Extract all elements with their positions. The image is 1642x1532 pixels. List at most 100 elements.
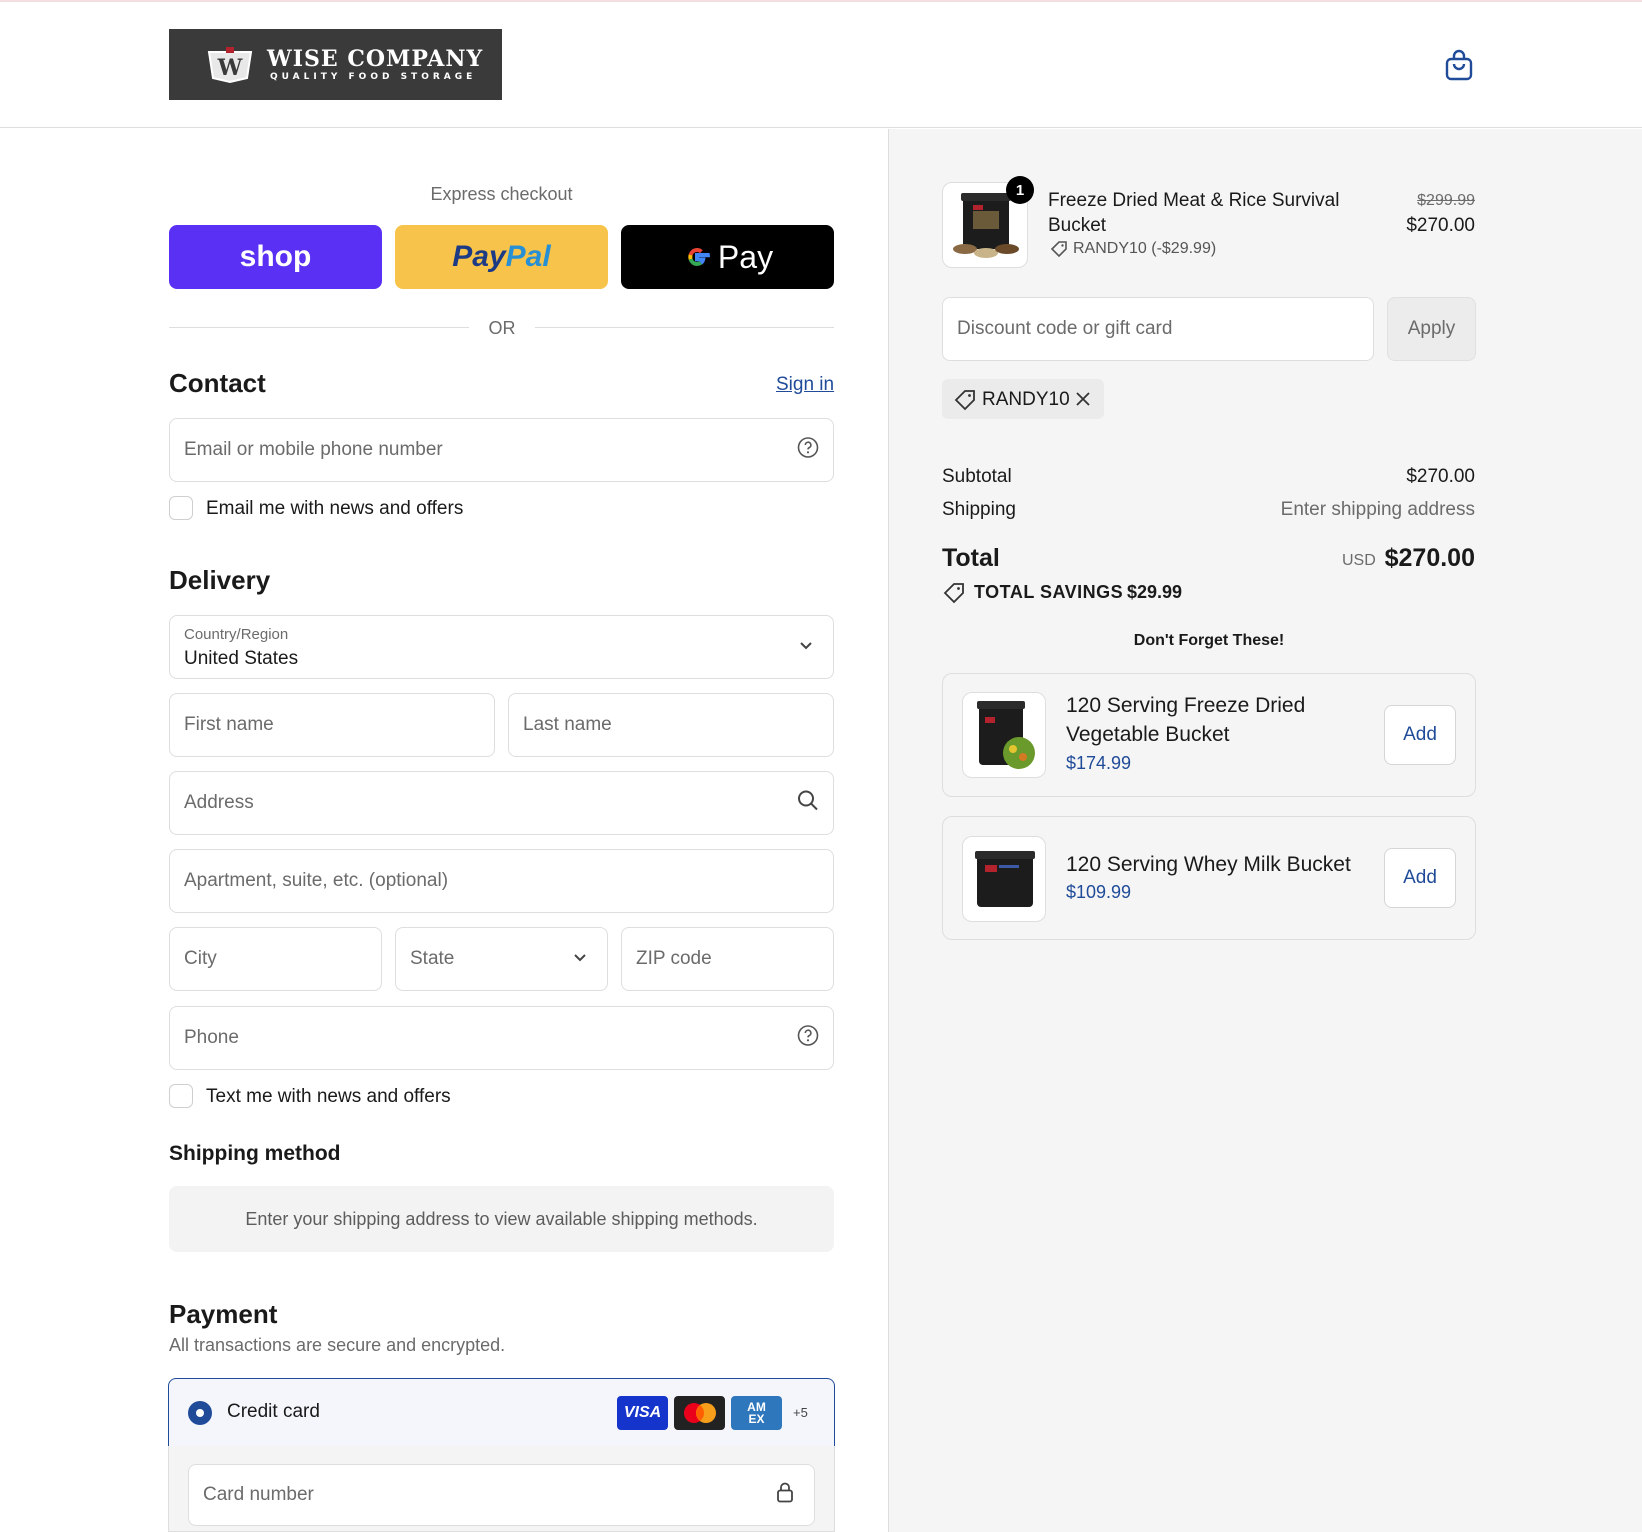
gpay-label: Pay: [717, 238, 774, 275]
logo-name: WISE COMPANY: [267, 45, 484, 72]
product-discount: RANDY10 (-$29.99): [1073, 240, 1217, 257]
upsell-card: 120 Serving Whey Milk Bucket $109.99 Add: [942, 816, 1476, 940]
amex-text-bottom: EX: [748, 1412, 765, 1426]
upsell-name-line1: 120 Serving Freeze Dried: [1066, 694, 1306, 717]
email-optin-label: Email me with news and offers: [206, 498, 464, 519]
savings-tag-icon: [942, 582, 966, 609]
delivery-heading: Delivery: [169, 565, 271, 595]
search-icon: [797, 790, 819, 817]
add-label: Add: [1403, 867, 1437, 888]
total-savings-label: TOTAL SAVINGS: [974, 582, 1124, 602]
upsell-name-line2: Vegetable Bucket: [1066, 723, 1230, 746]
vegetable-bucket-image: [977, 701, 1035, 769]
tag-icon: [1050, 240, 1068, 263]
credit-card-radio[interactable]: [188, 1401, 212, 1425]
express-checkout-title: Express checkout: [430, 184, 573, 204]
payment-heading: Payment: [169, 1299, 278, 1329]
zip-field[interactable]: ZIP code: [621, 927, 834, 991]
svg-text:W: W: [217, 55, 243, 81]
close-icon[interactable]: [1075, 391, 1091, 412]
payment-subtitle: All transactions are secure and encrypte…: [169, 1335, 506, 1355]
first-name-field[interactable]: First name: [169, 693, 495, 757]
chevron-down-icon: [573, 950, 587, 968]
total-value: $270.00: [1384, 544, 1475, 572]
original-price: $299.99: [1417, 192, 1475, 209]
sign-in-link[interactable]: Sign in: [776, 374, 834, 396]
credit-card-option[interactable]: Credit card VISA AM EX +5: [168, 1378, 835, 1447]
address-placeholder: Address: [184, 792, 254, 813]
last-name-placeholder: Last name: [523, 714, 612, 735]
applied-discount-chip: RANDY10: [942, 379, 1104, 419]
paypal-button[interactable]: Pay Pal: [395, 225, 608, 289]
help-circle-icon[interactable]: [797, 437, 819, 464]
subtotal-label: Subtotal: [942, 466, 1012, 487]
upsell-heading: Don't Forget These!: [1133, 632, 1285, 649]
email-field[interactable]: Email or mobile phone number: [169, 418, 834, 482]
country-select[interactable]: Country/Region United States: [169, 615, 834, 679]
visa-logo: VISA: [617, 1396, 668, 1430]
shipping-method-heading: Shipping method: [169, 1142, 341, 1165]
lock-icon: [776, 1482, 794, 1509]
total-savings-value: $29.99: [1127, 582, 1183, 602]
visa-text: VISA: [623, 1404, 662, 1421]
country-value: United States: [184, 648, 299, 669]
shipping-label: Shipping: [942, 499, 1016, 520]
state-select[interactable]: State: [395, 927, 608, 991]
add-upsell-button[interactable]: Add: [1384, 705, 1456, 765]
country-label: Country/Region: [184, 626, 289, 643]
state-placeholder: State: [410, 948, 455, 969]
city-placeholder: City: [184, 948, 217, 969]
logo-tagline: QUALITY FOOD STORAGE: [270, 71, 477, 82]
more-cards-count: +5: [793, 1405, 808, 1420]
last-name-field[interactable]: Last name: [508, 693, 834, 757]
city-field[interactable]: City: [169, 927, 382, 991]
address-field[interactable]: Address: [169, 771, 834, 835]
zip-placeholder: ZIP code: [636, 948, 712, 969]
upsell-price: $109.99: [1066, 882, 1132, 902]
phone-field[interactable]: Phone: [169, 1006, 834, 1070]
help-circle-icon[interactable]: [797, 1025, 819, 1052]
w-shield-icon: W: [205, 46, 255, 84]
credit-card-label: Credit card: [227, 1401, 320, 1422]
product-name-line1: Freeze Dried Meat & Rice Survival: [1048, 190, 1340, 211]
quantity-badge: 1: [1006, 176, 1034, 204]
discount-code-placeholder: Discount code or gift card: [957, 318, 1173, 339]
shop-pay-button[interactable]: shop: [169, 225, 382, 289]
header: W WISE COMPANY QUALITY FOOD STORAGE: [0, 2, 1642, 128]
paypal-label-pal: Pal: [505, 240, 551, 273]
sms-optin-label: Text me with news and offers: [206, 1086, 451, 1107]
upsell-thumbnail: [962, 692, 1046, 778]
card-number-placeholder: Card number: [203, 1484, 314, 1505]
email-optin-checkbox[interactable]: [169, 496, 193, 520]
shipping-methods-message: Enter your shipping address to view avai…: [245, 1208, 758, 1229]
upsell-price: $174.99: [1066, 753, 1132, 773]
apply-button[interactable]: Apply: [1387, 297, 1476, 361]
shipping-methods-placeholder: Enter your shipping address to view avai…: [169, 1186, 834, 1252]
whey-milk-bucket-image: [975, 851, 1035, 907]
paypal-label-pay: Pay: [452, 240, 506, 273]
tag-icon: [954, 389, 976, 416]
wise-company-logo[interactable]: W WISE COMPANY QUALITY FOOD STORAGE: [169, 29, 502, 100]
sms-optin-checkbox[interactable]: [169, 1084, 193, 1108]
google-g-icon: [682, 242, 712, 272]
contact-heading: Contact: [169, 368, 266, 398]
email-placeholder: Email or mobile phone number: [184, 439, 443, 460]
google-pay-button[interactable]: Pay: [621, 225, 834, 289]
amex-logo: AM EX: [731, 1396, 782, 1430]
apartment-field[interactable]: Apartment, suite, etc. (optional): [169, 849, 834, 913]
discount-code-field[interactable]: Discount code or gift card: [942, 297, 1374, 361]
card-number-field[interactable]: Card number: [188, 1464, 815, 1526]
currency-code: USD: [1342, 552, 1376, 569]
apply-label: Apply: [1407, 318, 1456, 339]
first-name-placeholder: First name: [184, 714, 274, 735]
upsell-card: 120 Serving Freeze Dried Vegetable Bucke…: [942, 673, 1476, 797]
or-divider: OR: [488, 318, 516, 338]
phone-placeholder: Phone: [184, 1027, 239, 1048]
subtotal-value: $270.00: [1406, 466, 1475, 487]
add-upsell-button[interactable]: Add: [1384, 848, 1456, 908]
total-label: Total: [942, 544, 1000, 572]
apartment-placeholder: Apartment, suite, etc. (optional): [184, 870, 449, 891]
shopping-bag-icon[interactable]: [1444, 48, 1474, 82]
product-name-line2: Bucket: [1048, 215, 1107, 236]
upsell-name-line1: 120 Serving Whey Milk Bucket: [1066, 853, 1351, 876]
